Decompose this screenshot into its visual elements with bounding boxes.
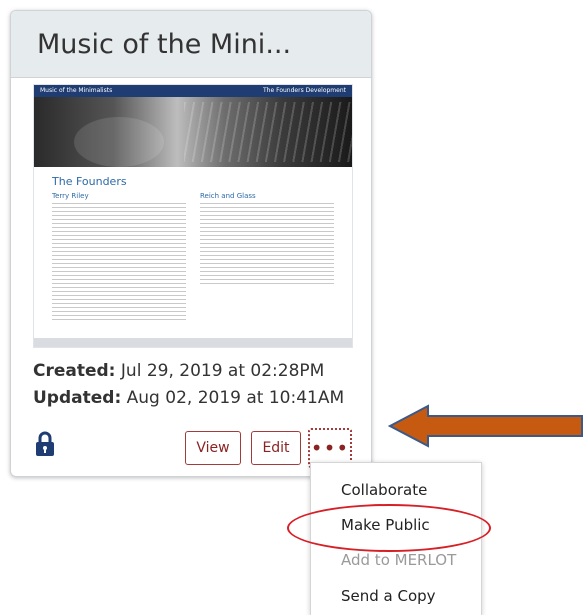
- card-header: Music of the Mini...: [11, 11, 371, 78]
- thumbnail-navbar: Music of the Minimalists The Founders De…: [34, 85, 352, 97]
- thumbnail-hero-image: [34, 97, 352, 167]
- created-label: Created:: [33, 361, 116, 381]
- thumbnail-footer: [34, 338, 352, 347]
- edit-button[interactable]: Edit: [251, 431, 301, 465]
- thumbnail-column-heading: Reich and Glass: [200, 192, 256, 200]
- site-thumbnail[interactable]: Music of the Minimalists The Founders De…: [33, 84, 353, 348]
- thumbnail-nav-title: Music of the Minimalists: [40, 87, 113, 94]
- updated-label: Updated:: [33, 388, 122, 408]
- thumbnail-text-block: [200, 203, 334, 285]
- card-title[interactable]: Music of the Mini...: [37, 29, 291, 60]
- more-options-icon: •••: [310, 436, 350, 460]
- thumbnail-heading: The Founders: [52, 175, 127, 188]
- updated-date: Updated: Aug 02, 2019 at 10:41AM: [33, 388, 344, 408]
- menu-item-collaborate[interactable]: Collaborate: [341, 481, 427, 499]
- view-button[interactable]: View: [185, 431, 241, 465]
- thumbnail-column-heading: Terry Riley: [52, 192, 89, 200]
- menu-item-send-a-copy[interactable]: Send a Copy: [341, 587, 436, 605]
- options-dropdown-menu: Collaborate Make Public Add to MERLOT Se…: [310, 462, 482, 615]
- updated-value: Aug 02, 2019 at 10:41AM: [126, 388, 345, 408]
- lock-icon: [36, 431, 54, 456]
- thumbnail-nav-links: The Founders Development: [263, 87, 346, 94]
- thumbnail-text-block: [52, 203, 186, 323]
- created-value: Jul 29, 2019 at 02:28PM: [120, 361, 325, 381]
- created-date: Created: Jul 29, 2019 at 02:28PM: [33, 361, 324, 381]
- menu-item-add-to-merlot[interactable]: Add to MERLOT: [341, 551, 456, 569]
- arrow-left-icon: [388, 404, 583, 448]
- project-card: Music of the Mini... Music of the Minima…: [10, 10, 372, 477]
- menu-item-make-public[interactable]: Make Public: [341, 516, 430, 534]
